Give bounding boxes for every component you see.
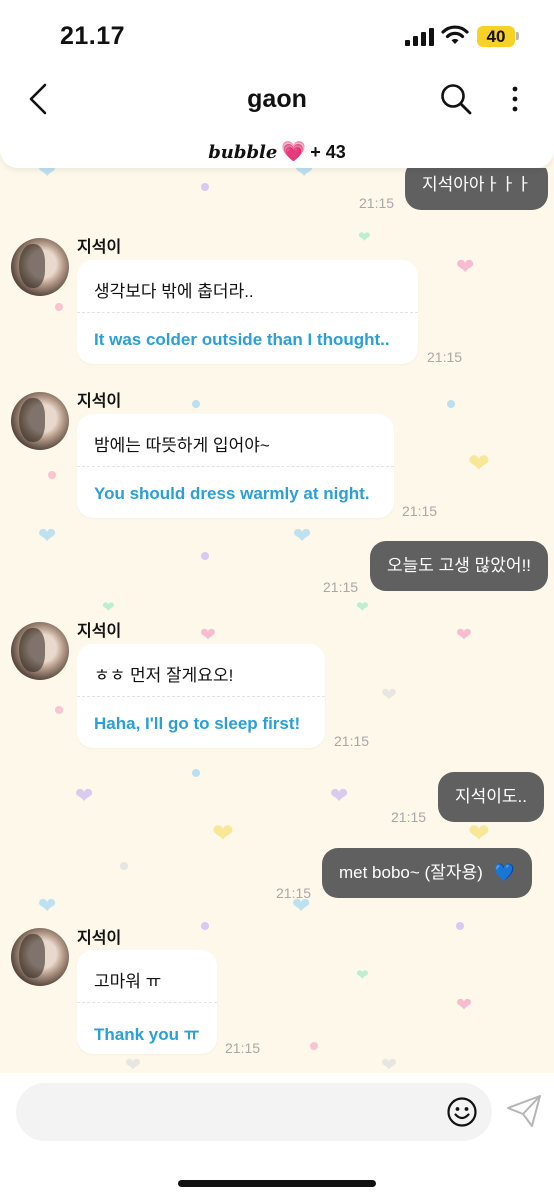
message-timestamp: 21:15 [276,885,312,901]
bubble-brand: bubble [208,142,278,163]
background-heart-icon: ❤ [381,685,397,706]
message-text: met bobo~ (잘자용) [339,863,483,882]
background-heart-icon: ❤ [381,1055,397,1073]
background-dot [192,400,200,408]
message-text: ㅎㅎ 먼저 잘게요오! [94,666,234,685]
more-options-icon[interactable] [508,84,522,114]
background-heart-icon: ❤ [330,783,349,808]
background-dot [447,400,455,408]
background-heart-icon: ❤ [295,168,314,183]
outgoing-message-bubble[interactable]: met bobo~ (잘자용) 💙 [322,848,532,898]
signal-icon [405,28,435,46]
message-text: 고마워 ㅠ [94,972,162,991]
wifi-icon [441,25,469,44]
emoji-icon[interactable] [446,1096,478,1128]
sender-name: 지석이 [77,623,122,640]
message-timestamp: 21:15 [402,503,438,519]
outgoing-message-bubble[interactable]: 지석이도.. [438,772,545,822]
translation-divider [77,312,418,313]
sender-avatar[interactable] [11,622,69,680]
background-heart-icon: ❤ [212,818,234,848]
background-dot [120,862,128,870]
subscription-info: bubble 💗 + 43 [0,139,554,164]
background-heart-icon: ❤ [456,254,475,279]
incoming-message-bubble[interactable]: 밤에는 따뜻하게 입어야~ You should dress warmly at… [77,414,394,518]
translation-divider [77,466,394,467]
background-dot [192,769,200,777]
sender-name: 지석이 [77,930,122,947]
outgoing-message-bubble[interactable]: 오늘도 고생 많았어!! [370,541,549,591]
message-timestamp: 21:15 [391,809,427,825]
sender-avatar[interactable] [11,392,69,450]
background-dot [201,922,209,930]
message-input-bar [0,1073,554,1199]
battery-indicator: 40 [477,26,515,47]
message-timestamp: 21:15 [427,349,463,365]
background-heart-icon: ❤ [468,448,490,478]
sender-name: 지석이 [77,393,122,410]
background-dot [310,1042,318,1050]
send-icon[interactable] [505,1093,543,1129]
background-dot [48,471,56,479]
background-heart-icon: ❤ [38,523,57,548]
background-heart-icon: ❤ [456,995,472,1016]
background-heart-icon: ❤ [75,783,94,808]
message-text: 생각보다 밖에 춥더라.. [94,282,254,301]
background-heart-icon: ❤ [456,625,472,646]
search-icon[interactable] [440,83,472,115]
message-translation: Haha, I'll go to sleep first! [94,714,301,733]
message-input[interactable] [16,1083,492,1141]
background-heart-icon: ❤ [102,599,115,616]
message-translation: You should dress warmly at night. [94,484,370,503]
background-heart-icon: ❤ [358,229,371,246]
background-dot [55,706,63,714]
sender-name: 지석이 [77,239,122,256]
message-text: 밤에는 따뜻하게 입어야~ [94,436,270,455]
message-translation: It was colder outside than I thought.. [94,330,390,349]
chat-header: gaon bubble 💗 + 43 [0,70,554,168]
background-heart-icon: ❤ [38,893,57,918]
incoming-message-bubble[interactable]: 고마워 ㅠ Thank you ㅠ [77,950,217,1054]
background-heart-icon: ❤ [468,818,490,848]
background-heart-icon: ❤ [125,1055,141,1073]
sender-avatar[interactable] [11,238,69,296]
chat-messages: ❤ ❤ ❤ ❤ ❤ ❤ ❤ ❤ ❤ ❤ ❤ ❤ ❤ ❤ ❤ ❤ ❤ ❤ ❤ ❤ … [0,168,554,1073]
background-dot [456,922,464,930]
status-bar: 21.17 40 [0,0,554,70]
background-heart-icon: ❤ [356,967,369,984]
heart-icon: 💗 [281,141,307,163]
incoming-message-bubble[interactable]: ㅎㅎ 먼저 잘게요오! Haha, I'll go to sleep first… [77,644,325,748]
message-timestamp: 21:15 [225,1040,261,1056]
status-time: 21.17 [60,22,126,50]
subscriber-count: + 43 [310,142,346,162]
background-heart-icon: ❤ [200,625,216,646]
background-heart-icon: ❤ [356,599,369,616]
background-heart-icon: ❤ [293,523,312,548]
background-dot [55,303,63,311]
sender-avatar[interactable] [11,928,69,986]
message-translation: Thank you ㅠ [94,1025,200,1044]
background-dot [201,552,209,560]
message-timestamp: 21:15 [359,195,395,211]
blue-heart-icon: 💙 [493,863,515,882]
translation-divider [77,696,325,697]
outgoing-message-bubble[interactable]: 지석아아ㅏㅏㅏ [405,168,549,210]
translation-divider [77,1002,217,1003]
battery-tip [516,32,519,40]
message-timestamp: 21:15 [323,579,359,595]
background-dot [201,183,209,191]
incoming-message-bubble[interactable]: 생각보다 밖에 춥더라.. It was colder outside than… [77,260,418,364]
background-heart-icon: ❤ [38,168,57,183]
message-timestamp: 21:15 [334,733,370,749]
home-indicator [178,1180,376,1187]
